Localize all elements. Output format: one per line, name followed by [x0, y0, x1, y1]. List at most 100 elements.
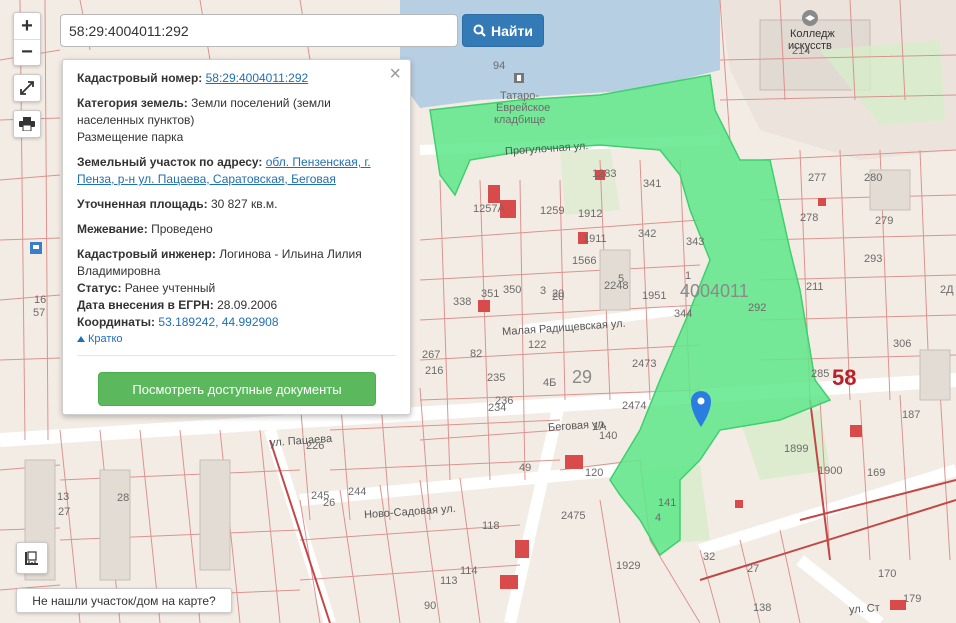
- map-label: 179: [903, 593, 922, 605]
- map-label: 234: [488, 402, 507, 414]
- map-label: 82: [470, 348, 483, 360]
- map-label: 226: [306, 440, 325, 452]
- map-label: 1911: [583, 233, 607, 245]
- search-icon: [473, 24, 486, 37]
- map-label: 1900: [818, 465, 843, 477]
- map-label: 344: [674, 308, 693, 320]
- cadastral-map[interactable]: 94 Татаро- Еврейское кладбище Прогулочная ул…: [0, 0, 956, 623]
- map-label: 292: [748, 302, 767, 314]
- map-label: 20: [552, 291, 565, 303]
- print-button[interactable]: [13, 110, 41, 138]
- map-label: 1912: [578, 208, 603, 220]
- map-label: 1257А: [473, 203, 505, 215]
- map-label: 338: [453, 296, 472, 308]
- ruler-button[interactable]: [16, 542, 48, 574]
- map-label: 306: [893, 338, 912, 350]
- map-label: 4: [655, 512, 662, 524]
- zoom-control[interactable]: + −: [13, 12, 41, 66]
- cadastral-label: Кадастровый номер:: [77, 71, 203, 85]
- engineer-label: Кадастровый инженер:: [77, 247, 216, 261]
- map-label: 187: [902, 409, 921, 421]
- map-label: 90: [424, 600, 437, 612]
- map-label: 2475: [561, 510, 586, 522]
- date-label: Дата внесения в ЕГРН:: [77, 298, 214, 312]
- map-label: 16: [34, 294, 47, 306]
- map-label: Еврейское: [496, 102, 551, 114]
- map-label: 2Д: [940, 284, 954, 296]
- short-toggle-label: Кратко: [88, 333, 123, 345]
- map-label: 342: [638, 228, 657, 240]
- map-label: 216: [425, 365, 444, 377]
- map-label: 27: [58, 506, 71, 518]
- map-label: 2473: [632, 358, 657, 370]
- map-label: 1283: [592, 168, 617, 180]
- map-label: 138: [753, 602, 772, 614]
- map-label: 120: [585, 467, 604, 479]
- map-label: 277: [808, 172, 827, 184]
- area-label: Уточненная площадь:: [77, 197, 208, 211]
- popup-divider: [77, 355, 396, 356]
- map-label: 29: [572, 367, 593, 387]
- printer-icon: [19, 117, 35, 131]
- map-label: 1899: [784, 443, 809, 455]
- date-value: 28.09.2006: [217, 298, 278, 312]
- not-found-button[interactable]: Не нашли участок/дом на карте?: [16, 588, 232, 613]
- status-value: Ранее учтенный: [124, 281, 216, 295]
- map-label: 214: [792, 45, 811, 57]
- map-label: 279: [875, 215, 894, 227]
- short-toggle-link[interactable]: Кратко: [77, 333, 123, 345]
- view-documents-button[interactable]: Посмотреть доступные документы: [98, 372, 376, 406]
- map-label: 26: [323, 497, 336, 509]
- map-label: 235: [487, 372, 506, 384]
- close-icon[interactable]: ×: [389, 63, 401, 86]
- address-label: Земельный участок по адресу:: [77, 155, 263, 169]
- map-label: 58: [832, 365, 857, 390]
- coords-label: Координаты:: [77, 315, 156, 329]
- map-label: 350: [503, 284, 522, 296]
- expand-icon: [20, 81, 34, 95]
- map-label: 13: [57, 491, 70, 503]
- map-label: 1929: [616, 560, 641, 572]
- status-label: Статус:: [77, 281, 122, 295]
- search-input[interactable]: [60, 14, 458, 47]
- map-label: 343: [686, 236, 705, 248]
- map-label: 32: [703, 551, 716, 563]
- cemetery-icon: [514, 73, 524, 83]
- map-label: 122: [528, 339, 547, 351]
- map-label: ул. Ст: [848, 601, 881, 617]
- cadastral-number-link[interactable]: 58:29:4004011:292: [206, 71, 309, 85]
- map-label: 278: [800, 212, 819, 224]
- map-label: 113: [440, 575, 458, 587]
- map-label: кладбище: [494, 114, 546, 126]
- map-label: 114: [460, 565, 478, 577]
- map-label: 140: [599, 430, 618, 442]
- map-label: 285: [811, 368, 830, 380]
- map-label: 1259: [540, 205, 565, 217]
- map-label: 211: [806, 281, 824, 293]
- fullscreen-button[interactable]: [13, 74, 41, 102]
- map-label: 27: [747, 563, 760, 575]
- coords-link[interactable]: 53.189242, 44.992908: [158, 315, 278, 329]
- map-label: 170: [878, 568, 897, 580]
- ruler-icon: [25, 551, 38, 565]
- survey-value: Проведено: [151, 222, 213, 236]
- map-label: 244: [348, 486, 367, 498]
- zoom-out-button[interactable]: −: [14, 39, 40, 65]
- search-button[interactable]: Найти: [462, 14, 544, 47]
- survey-label: Межевание:: [77, 222, 148, 236]
- map-label: 94: [493, 60, 506, 72]
- map-label: 4Б: [543, 377, 557, 389]
- map-label: 169: [867, 467, 886, 479]
- map-label: 57: [33, 307, 46, 319]
- college-icon: [802, 10, 818, 26]
- parcel-info-popup: × Кадастровый номер: 58:29:4004011:292 К…: [62, 59, 411, 415]
- map-label: 4004011: [680, 281, 749, 301]
- map-label: 267: [422, 349, 441, 361]
- map-label: 293: [864, 253, 883, 265]
- map-label: 28: [117, 492, 130, 504]
- map-label: Колледж: [790, 28, 835, 40]
- map-label: 3: [540, 285, 547, 297]
- map-label: 351: [481, 288, 500, 300]
- map-label: 49: [519, 462, 532, 474]
- zoom-in-button[interactable]: +: [14, 13, 40, 39]
